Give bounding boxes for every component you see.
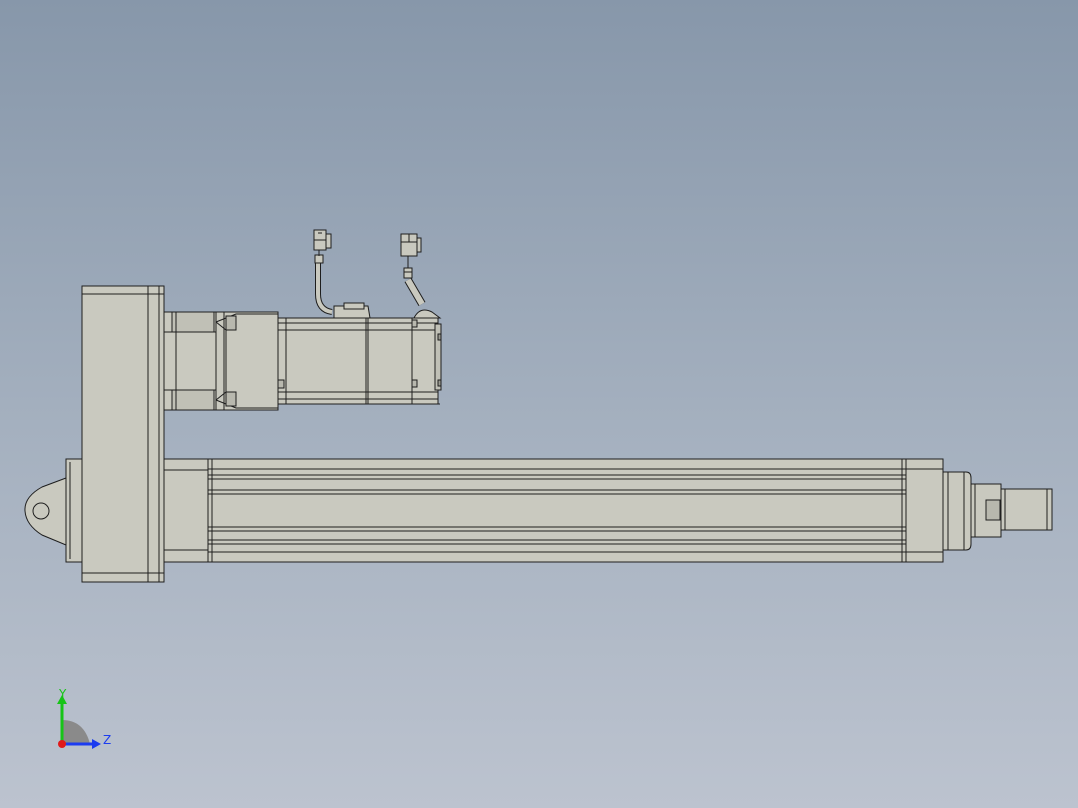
servo-motor-body xyxy=(277,317,442,405)
motor-encoder-cable xyxy=(400,233,442,319)
front-bearing-nose xyxy=(942,471,1002,551)
cad-graphics-viewport[interactable]: Y Z xyxy=(0,0,1078,808)
rear-clevis-mount xyxy=(24,458,84,563)
triad-graphic: Y Z xyxy=(57,687,111,749)
y-axis-label: Y xyxy=(58,687,67,701)
linear-actuator-model[interactable] xyxy=(0,0,1078,808)
motor-power-cable xyxy=(313,229,371,319)
triad-plane-indicator xyxy=(62,720,90,744)
piston-rod-end xyxy=(1000,488,1053,531)
belt-housing xyxy=(81,285,165,583)
actuator-tube xyxy=(163,458,907,563)
orientation-triad: Y Z xyxy=(50,686,120,760)
front-end-cap xyxy=(905,458,944,563)
motor-adapter-flange xyxy=(163,311,279,411)
z-axis-arrowhead xyxy=(92,739,101,749)
z-axis-label: Z xyxy=(103,733,111,747)
x-axis-point xyxy=(58,740,66,748)
